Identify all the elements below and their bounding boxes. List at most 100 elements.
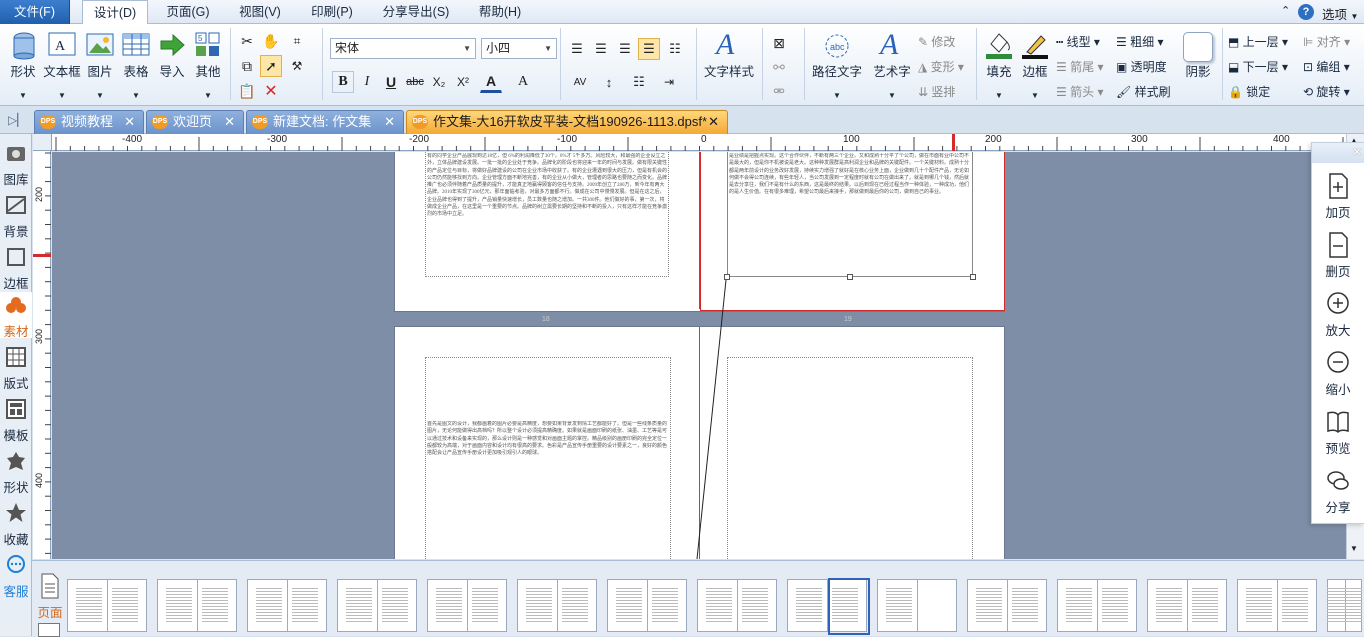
align-right-icon[interactable]: ☰	[614, 38, 636, 60]
zoom-in-button[interactable]: 放大	[1312, 291, 1364, 339]
underline-button[interactable]: U	[380, 71, 402, 93]
menu-share-export[interactable]: 分享导出(S)	[374, 0, 458, 24]
close-icon[interactable]: ✕	[708, 111, 719, 133]
paste-icon[interactable]: 📋	[236, 80, 258, 102]
distributed-icon[interactable]: ☷	[664, 38, 686, 60]
modify-button[interactable]: ✎ 修改	[918, 33, 955, 50]
hand-tool-icon[interactable]: ✋	[260, 30, 282, 52]
magic-wand-icon[interactable]: ⚒	[286, 55, 308, 77]
layout-button[interactable]: 版式	[0, 346, 32, 392]
menu-view[interactable]: 视图(V)	[230, 0, 290, 24]
border-button[interactable]: 边框 ▼	[1018, 28, 1052, 100]
strikethrough-button[interactable]: abc	[404, 71, 426, 93]
tab-video-tutorial[interactable]: DPS 视频教程 ✕	[34, 110, 144, 134]
material-button[interactable]: 素材	[0, 292, 32, 339]
zoom-out-button[interactable]: 缩小	[1312, 350, 1364, 398]
other-button[interactable]: 5 其他 ▼	[192, 28, 224, 100]
close-icon[interactable]: ✕	[384, 111, 395, 133]
shapes-button[interactable]: 形状	[0, 450, 32, 496]
share-button[interactable]: 分享	[1312, 468, 1364, 516]
template-button[interactable]: 模板	[0, 398, 32, 444]
page-thumbnail[interactable]	[787, 578, 870, 635]
page-thumbnail[interactable]	[967, 579, 1047, 632]
text-style-button[interactable]: A 文字样式	[702, 28, 756, 100]
link-icon[interactable]: ⚯	[768, 56, 790, 78]
path-text-button[interactable]: abc 路径文字 ▼	[810, 28, 864, 100]
picture-button[interactable]: 图片 ▼	[84, 28, 116, 100]
arrow-head-button[interactable]: ☰ 箭头 ▾	[1056, 83, 1103, 100]
font-color-button[interactable]: A	[480, 71, 502, 93]
font-name-select[interactable]: 宋体 ▼	[330, 38, 476, 59]
favorites-button[interactable]: 收藏	[0, 502, 32, 548]
add-page-button[interactable]: 加页	[1312, 173, 1364, 221]
superscript-button[interactable]: X²	[452, 71, 474, 93]
arrow-tail-button[interactable]: ☰ 箭尾 ▾	[1056, 58, 1103, 75]
textbox-button[interactable]: A 文本框 ▼	[42, 28, 82, 100]
format-brush-button[interactable]: 🖌 样式刷	[1116, 83, 1171, 100]
page-thumbnail[interactable]	[157, 579, 237, 632]
font-grow-button[interactable]: A	[512, 71, 534, 93]
text-wrap-icon[interactable]: ⊠	[768, 32, 790, 54]
cut-icon[interactable]: ✂	[236, 30, 258, 52]
bold-button[interactable]: B	[332, 71, 354, 93]
tab-new-document[interactable]: DPS 新建文档: 作文集 ✕	[246, 110, 404, 134]
subscript-button[interactable]: X₂	[428, 71, 450, 93]
collapse-ribbon-icon[interactable]: ⌃	[1281, 4, 1290, 17]
transparency-button[interactable]: ▣ 透明度	[1116, 58, 1167, 75]
delete-page-button[interactable]: 删页	[1312, 232, 1364, 280]
tab-welcome[interactable]: DPS 欢迎页 ✕	[146, 110, 244, 134]
menu-help[interactable]: 帮助(H)	[470, 0, 530, 24]
gallery-button[interactable]: 图库	[0, 142, 32, 188]
send-backward-button[interactable]: ⬓ 下一层 ▾	[1228, 58, 1288, 75]
font-size-select[interactable]: 小四 ▼	[481, 38, 557, 59]
group-button[interactable]: ⊡ 编组 ▾	[1303, 58, 1350, 75]
shadow-button[interactable]: 阴影	[1180, 28, 1216, 100]
document-canvas[interactable]: 有的同学企业产品展现到达18亿，但 6%的利润降低了30个。6%才 5千多万。风…	[52, 152, 1346, 559]
menu-design[interactable]: 设计(D)	[82, 0, 148, 25]
page-thumbnail[interactable]	[247, 579, 327, 632]
close-icon[interactable]: ✕	[224, 111, 235, 133]
shape-button[interactable]: 形状 ▼	[6, 28, 40, 100]
page-thumbnail[interactable]	[517, 579, 597, 632]
table-button[interactable]: 表格 ▼	[120, 28, 152, 100]
align-button[interactable]: ⊫ 对齐 ▾	[1303, 33, 1350, 50]
close-icon[interactable]: ✕	[124, 111, 135, 133]
panel-toggle-icon[interactable]: ▷▏	[8, 113, 26, 127]
menu-file[interactable]: 文件(F)	[0, 0, 70, 24]
options-button[interactable]: 选项 ▼	[1322, 4, 1358, 23]
rotate-button[interactable]: ⟲ 旋转 ▾	[1303, 83, 1350, 100]
help-icon[interactable]: ?	[1298, 4, 1314, 20]
close-panel-icon[interactable]: ✕	[1352, 145, 1362, 159]
delete-icon[interactable]: ✕	[260, 80, 282, 102]
line-spacing-icon[interactable]: ↕	[598, 71, 620, 93]
preview-button[interactable]: 预览	[1312, 409, 1364, 457]
align-center-icon[interactable]: ☰	[590, 38, 612, 60]
list-icon[interactable]: ☷	[628, 71, 650, 93]
bring-forward-button[interactable]: ⬒ 上一层 ▾	[1228, 33, 1288, 50]
page-thumbnail[interactable]	[607, 579, 687, 632]
pages-button[interactable]: 页面	[36, 573, 64, 621]
brush-select-icon[interactable]: ⌗	[286, 30, 308, 52]
background-button[interactable]: 背景	[0, 194, 32, 240]
tab-active-document[interactable]: DPS 作文集-大16开软皮平装-文档190926-1113.dpsf* ✕	[406, 110, 728, 134]
menu-page[interactable]: 页面(G)	[158, 0, 218, 24]
fill-button[interactable]: 填充 ▼	[982, 28, 1016, 100]
page-thumbnail[interactable]	[337, 579, 417, 632]
indent-icon[interactable]: ⇥	[658, 71, 680, 93]
align-left-icon[interactable]: ☰	[566, 38, 588, 60]
page-thumbnail[interactable]	[877, 579, 957, 632]
italic-button[interactable]: I	[356, 71, 378, 93]
justify-icon[interactable]: ☰	[638, 38, 660, 60]
transform-button[interactable]: ◮ 变形 ▾	[918, 58, 964, 75]
page-thumbnail[interactable]	[427, 579, 507, 632]
page-thumbnail[interactable]	[67, 579, 147, 632]
page-thumbnail[interactable]	[1237, 579, 1317, 632]
page-thumbnail[interactable]	[1147, 579, 1227, 632]
line-weight-button[interactable]: ☰ 粗细 ▾	[1116, 33, 1163, 50]
line-type-button[interactable]: ┅ 线型 ▾	[1056, 33, 1100, 50]
copy-icon[interactable]: ⧉	[236, 55, 258, 77]
art-text-button[interactable]: A 艺术字 ▼	[870, 28, 914, 100]
page-thumbnail[interactable]	[1327, 579, 1362, 632]
pointer-tool-icon[interactable]: ➚	[260, 55, 282, 77]
page-thumbnail[interactable]	[1057, 579, 1137, 632]
